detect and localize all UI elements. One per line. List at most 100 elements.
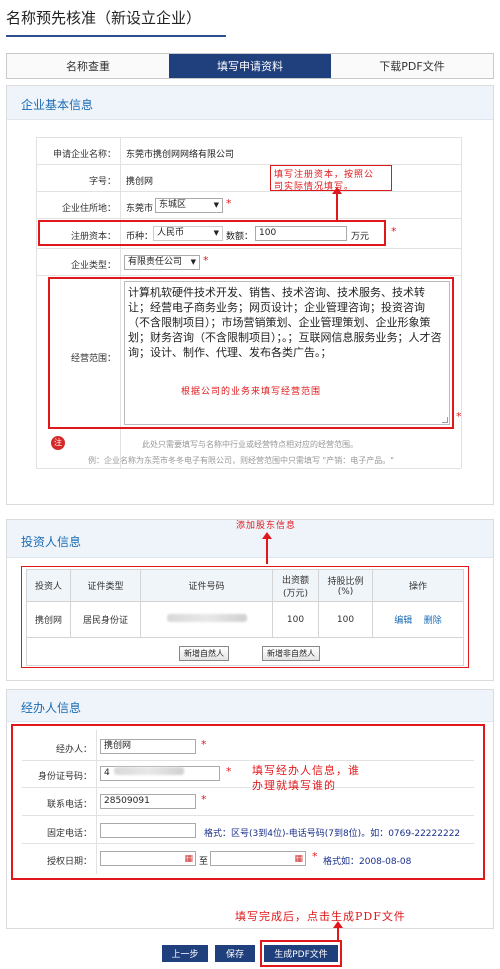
required-star: *: [201, 738, 207, 751]
col-divider: [96, 730, 97, 874]
investor-note: 添加股东信息: [236, 521, 297, 531]
currency-select[interactable]: 人民币 ▼: [153, 226, 223, 241]
arrow-up-icon: [332, 187, 342, 194]
district-select[interactable]: 东城区 ▼: [155, 198, 223, 213]
col-header: 证件号码: [140, 569, 273, 602]
resize-handle-icon[interactable]: [442, 417, 448, 423]
finish-note: 填写完成后，点击生成PDF文件: [235, 910, 406, 923]
company-info-title: 企业基本信息: [21, 98, 94, 112]
auth-date-end-input[interactable]: ▦: [210, 851, 306, 866]
row-divider: [22, 787, 474, 788]
row-divider: [36, 275, 461, 276]
table-row: 携创网 居民身份证 100 100 编辑 删除: [26, 601, 464, 638]
row-divider: [22, 760, 474, 761]
auth-date-start-input[interactable]: ▦: [100, 851, 196, 866]
landline-input[interactable]: [100, 823, 196, 838]
id-number-input[interactable]: 4: [100, 766, 220, 781]
agent-header: 经办人信息: [7, 690, 493, 722]
tab-name-check[interactable]: 名称查重: [7, 54, 169, 78]
date-to-label: 至: [199, 857, 209, 867]
trade-name-label: 字号：: [88, 177, 116, 187]
capital-note-line2: 司实际情况填写。: [274, 182, 355, 192]
note-badge: 注: [51, 436, 65, 450]
save-button[interactable]: 保存: [215, 945, 255, 962]
investor-id-type: 居民身份证: [70, 601, 141, 638]
redacted-id: [113, 767, 184, 775]
delete-link[interactable]: 删除: [424, 616, 442, 626]
required-star: *: [456, 410, 462, 423]
tab-fill-application[interactable]: 填写申请资料: [169, 54, 331, 78]
scope-label: 经营范围：: [70, 354, 116, 364]
landline-hint: 格式：区号(3到4位)-电话号码(7到8位)。如：0769-22222222: [204, 829, 461, 839]
agent-name-label: 经办人：: [55, 745, 92, 755]
chevron-down-icon: ▼: [213, 201, 219, 209]
col-header: 持股比例 (%): [318, 569, 373, 602]
row-divider: [36, 164, 461, 165]
title-underline: [6, 35, 226, 37]
phone-value: 28509091: [104, 796, 150, 806]
company-info-header: 企业基本信息: [7, 86, 493, 120]
investor-actions: 编辑 删除: [372, 601, 464, 638]
investor-ratio: 100: [318, 601, 373, 638]
city-value: 东莞市: [126, 204, 154, 214]
scope-note: 根据公司的业务来填写经营范围: [181, 387, 322, 397]
row-divider: [36, 468, 461, 469]
arrow-up-icon: [262, 532, 272, 539]
row-divider: [22, 843, 474, 844]
chevron-down-icon: ▼: [190, 258, 196, 266]
scope-note-line1: 此处只需要填写与名称中行业或经营特点相对应的经营范围。: [142, 440, 358, 449]
add-non-natural-person-button[interactable]: 新增非自然人: [262, 646, 320, 661]
district-value: 东城区: [159, 200, 187, 210]
scope-textarea[interactable]: 计算机软硬件技术开发、销售、技术咨询、技术服务、技术转让；经营电子商务业务；网页…: [124, 281, 450, 425]
phone-input[interactable]: 28509091: [100, 794, 196, 809]
table-header-row: 投资人 证件类型 证件号码 出资额 (万元) 持股比例 (%) 操作: [26, 569, 464, 602]
page-title: 名称预先核准（新设立企业）: [6, 9, 202, 27]
calendar-icon[interactable]: ▦: [294, 853, 303, 866]
required-star: *: [391, 225, 397, 238]
required-star: *: [312, 850, 318, 863]
chevron-down-icon: ▼: [213, 229, 219, 237]
currency-label: 币种：: [126, 232, 154, 242]
agent-name-input[interactable]: 携创网: [100, 739, 196, 754]
col-header: 出资额 (万元): [272, 569, 319, 602]
company-type-select[interactable]: 有限责任公司 ▼: [124, 255, 200, 270]
row-divider: [36, 191, 461, 192]
calendar-icon[interactable]: ▦: [184, 853, 193, 866]
date-hint: 格式如：2008-08-08: [323, 857, 412, 867]
arrow-line: [266, 536, 268, 564]
investor-table: 投资人 证件类型 证件号码 出资额 (万元) 持股比例 (%) 操作 携创网 居…: [26, 569, 464, 666]
generate-pdf-button[interactable]: 生成PDF文件: [264, 945, 338, 962]
col-header: 操作: [372, 569, 464, 602]
amount-input[interactable]: 100: [255, 226, 347, 241]
agent-name-value: 携创网: [104, 741, 132, 751]
id-number-prefix: 4: [104, 768, 110, 778]
scope-text: 计算机软硬件技术开发、销售、技术咨询、技术服务、技术转让；经营电子商务业务；网页…: [128, 286, 442, 359]
agent-title: 经办人信息: [21, 701, 82, 715]
required-star: *: [201, 793, 207, 806]
col-header: 投资人: [26, 569, 71, 602]
scope-note-line2: 例：企业名称为东莞市冬冬电子有限公司，则经营范围中只需填写 "产销：电子产品。": [88, 456, 394, 465]
address-label: 企业住所地：: [61, 204, 116, 214]
amount-value: 100: [259, 228, 277, 238]
required-star: *: [226, 765, 232, 778]
edit-link[interactable]: 编辑: [394, 616, 412, 626]
add-natural-person-button[interactable]: 新增自然人: [179, 646, 229, 661]
previous-step-button[interactable]: 上一步: [162, 945, 208, 962]
tab-bar: 名称查重 填写申请资料 下载PDF文件: [6, 53, 494, 79]
row-divider: [36, 248, 461, 249]
row-divider: [36, 218, 461, 219]
amount-label: 数额：: [226, 232, 254, 242]
id-number-label: 身份证号码：: [37, 772, 92, 782]
add-buttons-cell: [26, 637, 464, 666]
required-star: *: [226, 197, 232, 210]
company-type-value: 有限责任公司: [128, 257, 183, 267]
applicant-name-value: 东莞市携创网网络有限公司: [126, 150, 235, 160]
landline-label: 固定电话：: [46, 829, 92, 839]
trade-name-value: 携创网: [126, 177, 154, 187]
agent-note-line1: 填写经办人信息，谁: [252, 764, 360, 777]
tab-download-pdf[interactable]: 下载PDF文件: [331, 54, 493, 78]
table-footer-row: [26, 637, 464, 666]
arrow-line: [336, 192, 338, 220]
company-type-label: 企业类型：: [70, 261, 116, 271]
investor-id-number: [140, 601, 273, 638]
